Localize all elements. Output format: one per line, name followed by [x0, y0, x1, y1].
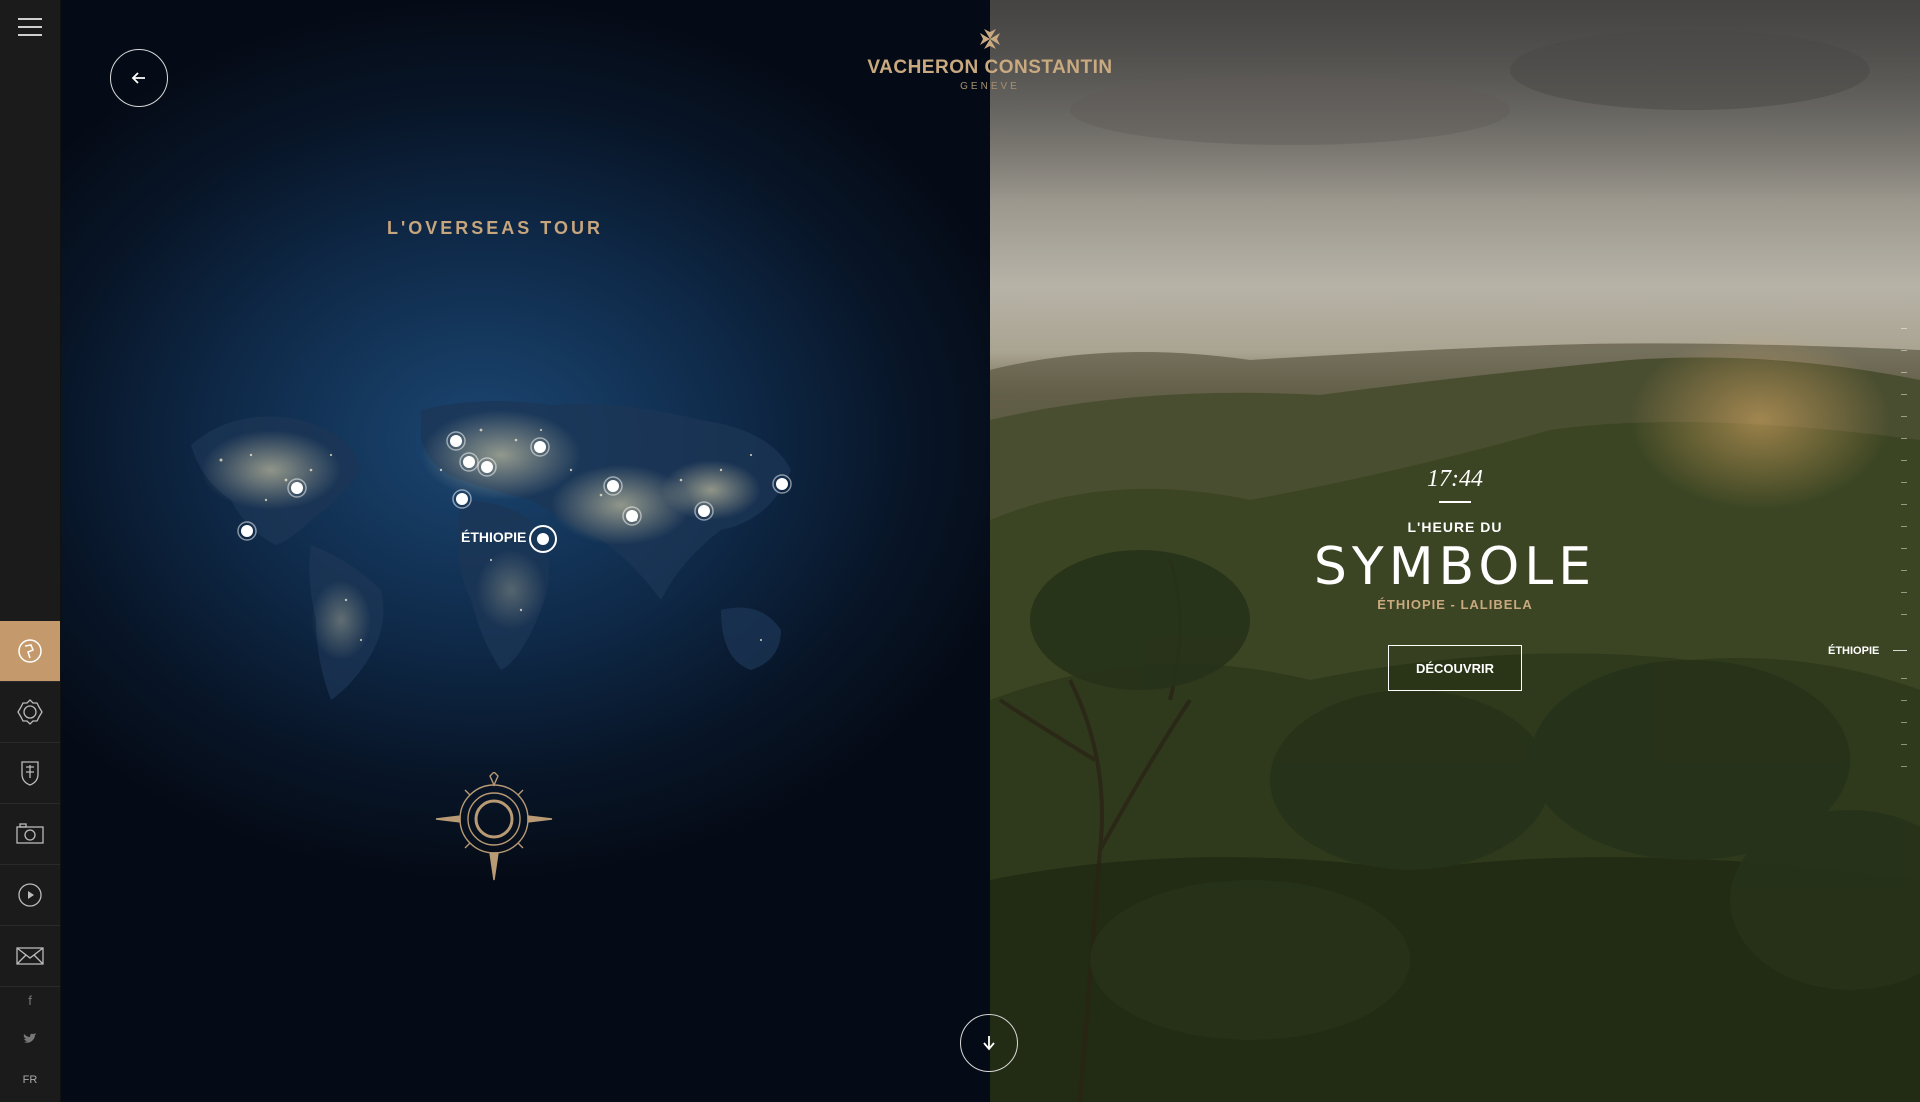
hamburger-icon[interactable]: [18, 18, 42, 38]
brand-name: VACHERON CONSTANTIN: [867, 57, 1113, 78]
story-location: ÉTHIOPIE - LALIBELA: [1377, 597, 1533, 612]
brand-city: GENEVE: [960, 81, 1020, 92]
sidebar-nav: [0, 621, 60, 987]
play-icon: [18, 883, 42, 907]
story-time: 17:44: [1427, 466, 1483, 492]
brand-logo[interactable]: VACHERON CONSTANTIN GENEVE: [850, 28, 1130, 92]
twitter-icon[interactable]: [0, 1033, 60, 1048]
sidebar-item-watch[interactable]: [0, 682, 60, 743]
map-marker[interactable]: [237, 521, 257, 541]
timeline-active-label: ÉTHIOPIE: [1828, 645, 1880, 657]
crest-icon: [21, 761, 39, 786]
timeline-scrubber[interactable]: [1893, 328, 1907, 772]
scroll-down-button[interactable]: [960, 1014, 1018, 1072]
globe-icon: [18, 639, 42, 663]
facebook-icon[interactable]: f: [0, 993, 60, 1008]
world-map: [191, 401, 792, 700]
language-switch[interactable]: FR: [0, 1074, 60, 1086]
time-divider: [1439, 501, 1471, 503]
discover-button[interactable]: DÉCOUVRIR: [1388, 645, 1522, 691]
map-panel: L'OVERSEAS TOUR ÉTHIOPIE: [61, 0, 990, 1102]
watch-icon: [17, 699, 43, 725]
sidebar-item-map[interactable]: [0, 621, 60, 682]
compass-rose-icon: [435, 772, 553, 881]
story-headline: SYMBOLE: [1313, 537, 1597, 597]
active-marker-label: ÉTHIOPIE: [461, 529, 527, 545]
sidebar-item-heritage[interactable]: [0, 743, 60, 804]
story-subtitle: L'HEURE DU: [1407, 519, 1503, 535]
story-panel: 17:44 L'HEURE DU SYMBOLE ÉTHIOPIE - LALI…: [990, 0, 1920, 1102]
arrow-down-icon: [983, 1036, 995, 1051]
sidebar-item-contact[interactable]: [0, 926, 60, 987]
camera-icon: [16, 823, 44, 844]
sidebar: f FR: [0, 0, 61, 1102]
sidebar-item-video[interactable]: [0, 865, 60, 926]
mail-icon: [16, 947, 44, 965]
maltese-cross-icon: [980, 29, 1000, 49]
sidebar-item-gallery[interactable]: [0, 804, 60, 865]
